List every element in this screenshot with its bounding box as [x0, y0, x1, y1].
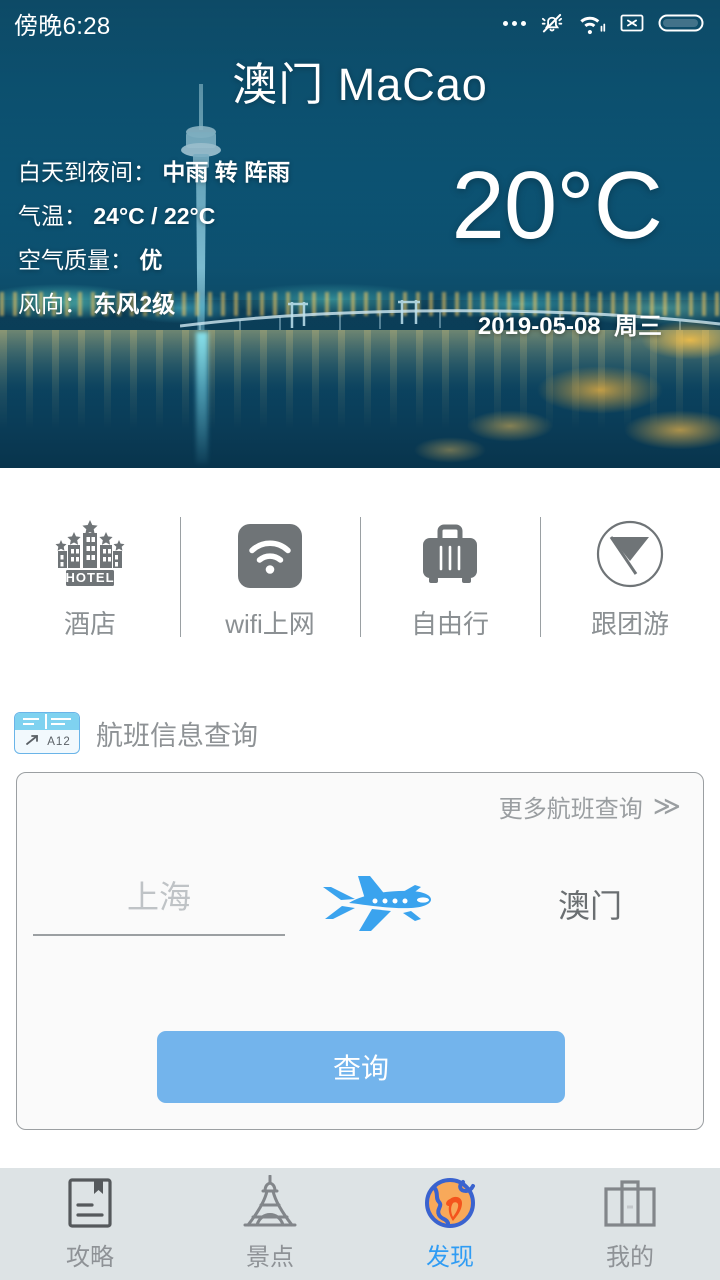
- weather-condition-row: 白天到夜间： 中雨 转 阵雨: [18, 150, 290, 194]
- weather-wind-value: 东风2级: [93, 291, 176, 317]
- guide-book-icon: [65, 1177, 115, 1229]
- chevron-double-right-icon: ≫: [652, 791, 681, 821]
- quick-action-free-travel[interactable]: 自由行: [360, 509, 540, 649]
- arrival-value[interactable]: 澳门: [475, 881, 705, 927]
- page-title: 澳门 MaCao: [232, 59, 488, 110]
- weather-temp-row: 气温： 24°C / 22°C: [18, 194, 290, 238]
- status-bar: 傍晚6:28: [0, 0, 720, 46]
- date-line: 2019-05-08 周三: [478, 306, 662, 341]
- weather-condition-label: 白天到夜间：: [18, 159, 156, 185]
- quick-action-wifi[interactable]: wifi上网: [180, 509, 360, 649]
- query-button[interactable]: 查询: [157, 1031, 565, 1103]
- no-sim-icon: [620, 14, 644, 32]
- quick-action-label: 自由行: [410, 608, 489, 639]
- weather-wind-row: 风向： 东风2级: [18, 282, 290, 326]
- tab-guides[interactable]: 攻略: [0, 1168, 180, 1280]
- weekday-text: 周三: [614, 313, 662, 340]
- suitcase-icon: [417, 518, 483, 590]
- tab-label: 我的: [606, 1243, 654, 1271]
- weather-temp-label: 气温：: [18, 203, 87, 229]
- route-row: 上海 澳门: [17, 859, 705, 949]
- eiffel-tower-icon: [240, 1174, 300, 1229]
- more-flights-label: 更多航班查询: [498, 796, 643, 823]
- wifi-icon: [580, 16, 606, 35]
- more-dots-icon: [503, 20, 526, 26]
- tab-label: 发现: [426, 1243, 474, 1271]
- weather-air-label: 空气质量：: [18, 247, 133, 273]
- tab-attractions[interactable]: 景点: [180, 1168, 360, 1280]
- weather-air-row: 空气质量： 优: [18, 238, 290, 282]
- weather-condition-value: 中雨 转 阵雨: [162, 159, 291, 185]
- wifi-square-icon: [236, 518, 304, 590]
- quick-action-group-tour[interactable]: 跟团游: [540, 509, 720, 649]
- tab-label: 景点: [246, 1243, 294, 1271]
- more-flights-link[interactable]: 更多航班查询 ≫: [499, 789, 681, 824]
- globe-icon: [422, 1177, 478, 1229]
- flight-query-card: 更多航班查询 ≫ 上海 澳门 查询: [16, 772, 704, 1130]
- group-tour-icon: [594, 518, 666, 590]
- tab-label: 攻略: [66, 1243, 114, 1271]
- current-temperature: 20°C: [451, 152, 663, 259]
- flight-section-title: 航班信息查询: [96, 720, 258, 751]
- quick-action-hotel[interactable]: HOTEL 酒店: [0, 509, 180, 649]
- svg-text:HOTEL: HOTEL: [65, 570, 114, 585]
- departure-input[interactable]: 上海: [33, 872, 285, 936]
- quick-action-label: wifi上网: [225, 608, 315, 639]
- weather-air-value: 优: [139, 247, 163, 273]
- status-icon-group: [503, 10, 704, 36]
- status-clock: 傍晚6:28: [14, 12, 111, 40]
- departure-placeholder: 上海: [126, 879, 191, 915]
- quick-actions-row: HOTEL 酒店 wifi上网 自由行 跟团游: [0, 468, 720, 690]
- weather-wind-label: 风向：: [18, 291, 87, 317]
- briefcase-icon: [601, 1177, 659, 1229]
- battery-icon: [658, 14, 704, 32]
- tab-discover[interactable]: 发现: [360, 1168, 540, 1280]
- quick-action-label: 跟团游: [590, 608, 669, 639]
- bottom-tab-bar: 攻略 景点 发现 我的: [0, 1168, 720, 1280]
- arrival-text: 澳门: [557, 888, 622, 924]
- airplane-icon: [285, 873, 475, 935]
- weather-hero: 傍晚6:28 澳门 MaCao 白天到夜间： 中雨 转 阵雨 气温： 24°C …: [0, 0, 720, 468]
- flight-section-header: A12 航班信息查询: [14, 712, 258, 754]
- bell-muted-icon: [541, 13, 563, 33]
- weather-temp-value: 24°C / 22°C: [93, 203, 216, 229]
- departure-board-icon: A12: [14, 712, 80, 754]
- weather-details: 白天到夜间： 中雨 转 阵雨 气温： 24°C / 22°C 空气质量： 优 风…: [18, 150, 290, 326]
- date-text: 2019-05-08: [477, 313, 601, 340]
- quick-action-label: 酒店: [63, 608, 116, 639]
- tab-mine[interactable]: 我的: [540, 1168, 720, 1280]
- svg-text:A12: A12: [47, 736, 70, 748]
- hotel-icon: HOTEL: [52, 518, 128, 590]
